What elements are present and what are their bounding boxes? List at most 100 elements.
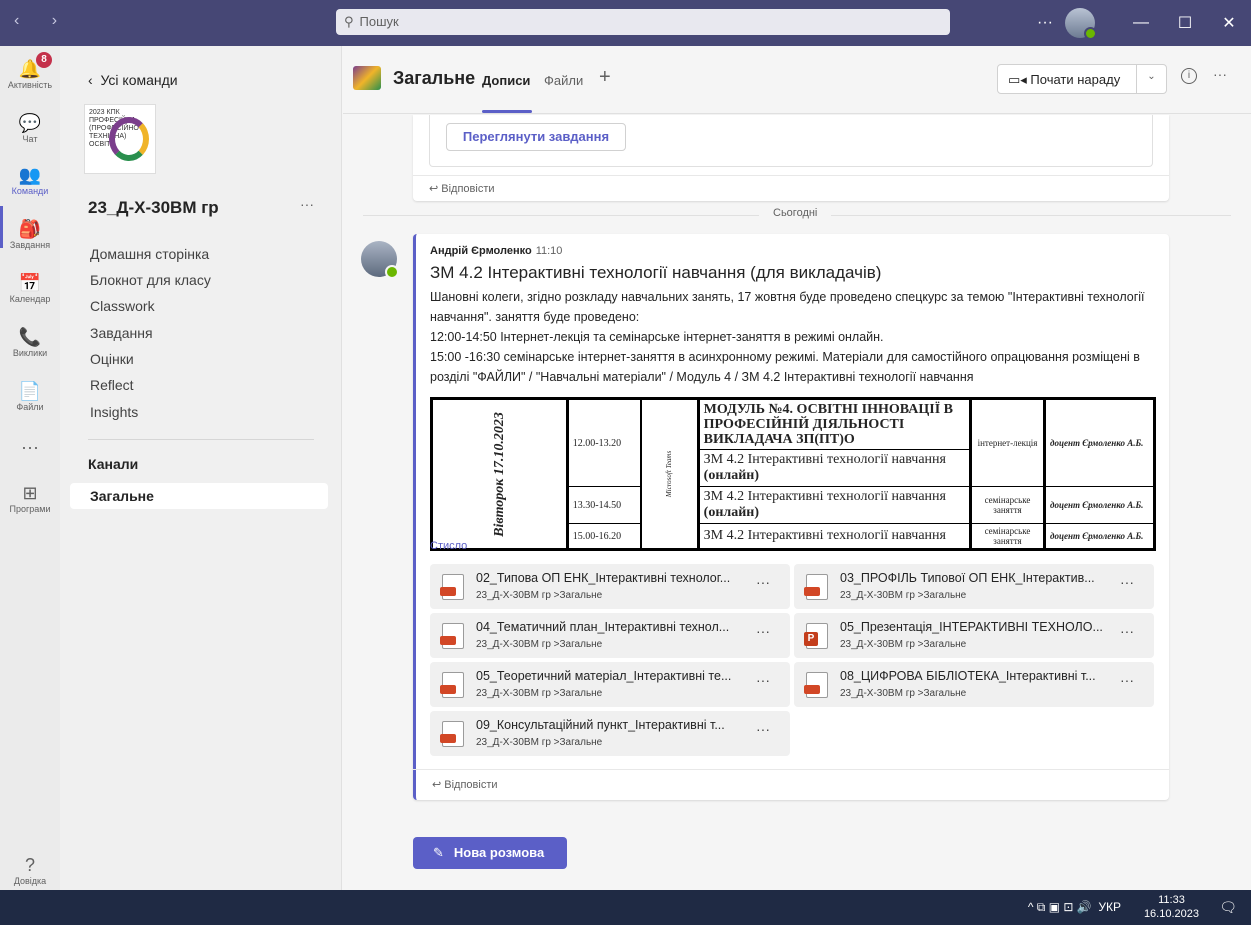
file-path: 23_Д-Х-30ВМ гр >Загальне [840,688,967,699]
file-path: 23_Д-Х-30ВМ гр >Загальне [476,639,603,650]
rail-label: Активність [7,80,53,90]
rail-calendar[interactable]: 📅 Календар [0,272,60,304]
file-attachment[interactable]: 08_ЦИФРОВА БІБЛІОТЕКА_Інтерактивні т... … [794,662,1154,707]
sidebar-link-reflect[interactable]: Reflect [90,377,134,393]
rail-help[interactable]: ? Довідка [0,854,60,886]
schedule-subject: ЗМ 4.2 Інтерактивні технології навчання … [697,486,973,524]
team-name: 23_Д-Х-30ВМ гр [88,198,219,217]
calendar-icon: 📅 [18,273,42,293]
file-attachment[interactable]: 09_Консультаційний пункт_Інтерактивні т.… [430,711,790,756]
rail-calls[interactable]: 📞 Виклики [0,326,60,358]
chevron-down-icon[interactable]: ⌄ [1136,65,1166,93]
team-logo: 2023 КПК ПРОФЕСІЙНА (ПРОФЕСІЙНО ТЕХНІЧНА… [84,104,156,174]
file-name: 02_Типова ОП ЕНК_Інтерактивні технолог..… [476,571,731,585]
collapse-link[interactable]: Стисло [430,540,467,552]
post-title: ЗМ 4.2 Інтерактивні технології навчання … [430,263,882,282]
rail-chat[interactable]: 💬 Чат [0,112,60,144]
teams-icon: 👥 [18,165,42,185]
file-more-button[interactable]: ··· [1120,672,1134,688]
close-button[interactable]: ✕ [1207,13,1251,33]
reply-label: Відповісти [444,779,498,791]
file-attachment[interactable]: 04_Тематичний план_Інтерактивні технол..… [430,613,790,658]
notification-icon[interactable]: 🗨 [1219,899,1237,916]
reply-button[interactable]: ↩ Відповісти [432,778,498,791]
rail-files[interactable]: 📄 Файли [0,380,60,412]
rail-apps[interactable]: ⊞ Програми [0,482,60,514]
sidebar-link-grades[interactable]: Оцінки [90,351,134,367]
nav-arrows[interactable]: ‹ › [14,12,71,30]
tab-posts[interactable]: Дописи [482,73,530,88]
file-more-button[interactable]: ··· [1120,574,1134,590]
schedule-day: Вівторок 17.10.2023 [431,398,569,550]
schedule-lecturer: доцент Єрмоленко А.Б. [1044,398,1155,487]
tray-icons[interactable]: ^ ⧉ ▣ ⊡ 🔊 УКР [1028,900,1121,915]
reply-button[interactable]: ↩ Відповісти [429,182,495,195]
file-name: 03_ПРОФІЛЬ Типової ОП ЕНК_Інтерактив... [840,571,1095,585]
more-icon: ··· [21,437,39,457]
search-input[interactable]: ⚲ Пошук [336,9,950,35]
clock[interactable]: 11:33 16.10.2023 [1144,893,1199,921]
channels-heading: Канали [88,456,139,472]
rail-label: Довідка [13,876,47,886]
file-path: 23_Д-Х-30ВМ гр >Загальне [476,688,603,699]
schedule-subject: ЗМ 4.2 Інтерактивні технології навчання [697,523,973,550]
rail-teams[interactable]: 👥 Команди [0,164,60,196]
file-name: 08_ЦИФРОВА БІБЛІОТЕКА_Інтерактивні т... [840,669,1096,683]
tab-files[interactable]: Файли [544,73,583,88]
rail-assignments[interactable]: 🎒 Завдання [0,218,60,250]
reply-icon: ↩ [429,183,442,195]
info-icon[interactable]: i [1181,68,1197,84]
sidebar-link-insights[interactable]: Insights [90,404,138,420]
header-more-button[interactable]: ··· [1213,66,1227,82]
system-tray-icons: ^ ⧉ ▣ ⊡ 🔊 [1027,900,1092,914]
reply-icon: ↩ [432,779,445,791]
file-more-button[interactable]: ··· [1120,623,1134,639]
sidebar-link-notebook[interactable]: Блокнот для класу [90,272,211,288]
file-path: 23_Д-Х-30ВМ гр >Загальне [840,639,967,650]
clock-date: 16.10.2023 [1143,908,1199,920]
file-attachment[interactable]: 02_Типова ОП ЕНК_Інтерактивні технолог..… [430,564,790,609]
file-attachment[interactable]: 05_Презентація_ІНТЕРАКТИВНІ ТЕХНОЛО... 2… [794,613,1154,658]
sidebar-link-home[interactable]: Домашня сторінка [90,246,209,262]
rail-label: Завдання [9,240,51,250]
schedule-time: 15.00-16.20 [566,523,642,550]
file-more-button[interactable]: ··· [756,623,770,639]
language-indicator[interactable]: УКР [1098,900,1121,914]
previous-post-card: Переглянути завдання ↩ Відповісти [413,115,1169,201]
add-tab-button[interactable]: + [599,66,611,89]
rail-label: Файли [16,402,44,412]
sidebar-link-assignments[interactable]: Завдання [90,325,153,341]
new-conversation-button[interactable]: ✎ Нова розмова [413,837,567,869]
file-name: 05_Теоретичний матеріал_Інтерактивні те.… [476,669,732,683]
minimize-button[interactable]: — [1119,14,1163,32]
schedule-table: Вівторок 17.10.2023 12.00-13.20 Microsof… [430,397,1156,551]
profile-avatar[interactable] [1065,8,1097,40]
file-attachment[interactable]: 03_ПРОФІЛЬ Типової ОП ЕНК_Інтерактив... … [794,564,1154,609]
schedule-platform: Microsoft Teams [640,398,700,550]
rail-more[interactable]: ··· [0,436,60,458]
all-teams-link[interactable]: ‹ Усі команди [88,72,178,88]
more-options-button[interactable]: ··· [1025,14,1065,32]
subject-text: ЗМ 4.2 Інтерактивні технології навчання [703,489,946,504]
rail-label: Календар [9,294,51,304]
title-bar-controls: ··· — ☐ ✕ [1025,0,1251,46]
schedule-image[interactable]: Вівторок 17.10.2023 12.00-13.20 Microsof… [430,397,1156,551]
file-more-button[interactable]: ··· [756,574,770,590]
notification-badge: 8 [36,52,52,68]
file-attachment[interactable]: 05_Теоретичний матеріал_Інтерактивні те.… [430,662,790,707]
meet-button[interactable]: ▭◂ Почати нараду ⌄ [997,64,1167,94]
rail-activity[interactable]: 🔔 8 Активність [0,52,60,90]
post-time: 11:10 [535,245,563,257]
author-avatar[interactable] [361,241,399,279]
team-sidebar: ‹ Усі команди 2023 КПК ПРОФЕСІЙНА (ПРОФЕ… [60,46,342,890]
team-more-button[interactable]: ··· [300,196,314,212]
file-more-button[interactable]: ··· [756,672,770,688]
view-tasks-button[interactable]: Переглянути завдання [446,123,626,151]
post-card: Андрій Єрмоленко 11:10 ЗМ 4.2 Інтерактивн… [413,234,1169,800]
meet-button-main[interactable]: ▭◂ Почати нараду [998,65,1136,93]
sidebar-link-classwork[interactable]: Classwork [90,298,155,314]
channel-general[interactable]: Загальне [70,483,328,509]
maximize-button[interactable]: ☐ [1163,13,1207,33]
author-name[interactable]: Андрій Єрмоленко [430,245,532,257]
file-more-button[interactable]: ··· [756,721,770,737]
